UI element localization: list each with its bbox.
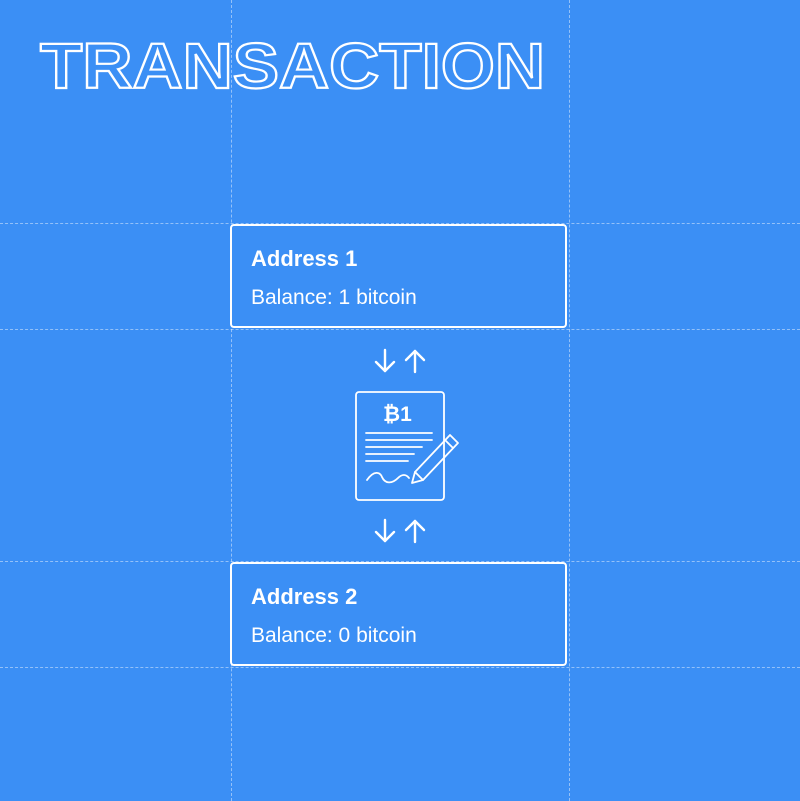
address-balance: Balance: 0 bitcoin xyxy=(251,624,417,647)
down-up-arrows-icon xyxy=(374,518,426,544)
address-card: Address 2 Balance: 0 bitcoin xyxy=(230,562,567,666)
address-name: Address 1 xyxy=(251,246,358,271)
page-title: TRANSACTION xyxy=(39,29,546,103)
down-up-arrows-icon xyxy=(374,348,426,374)
guide-line xyxy=(0,667,800,668)
guide-line xyxy=(569,0,570,801)
address-balance: Balance: 1 bitcoin xyxy=(251,286,417,309)
guide-line xyxy=(0,329,800,330)
page-title-text: TRANSACTION xyxy=(40,30,545,102)
document-amount: ₿1 xyxy=(383,403,412,426)
address-card: Address 1 Balance: 1 bitcoin xyxy=(230,224,567,328)
guide-line xyxy=(231,0,232,801)
pen-icon xyxy=(411,434,459,484)
address-name: Address 2 xyxy=(251,584,358,609)
